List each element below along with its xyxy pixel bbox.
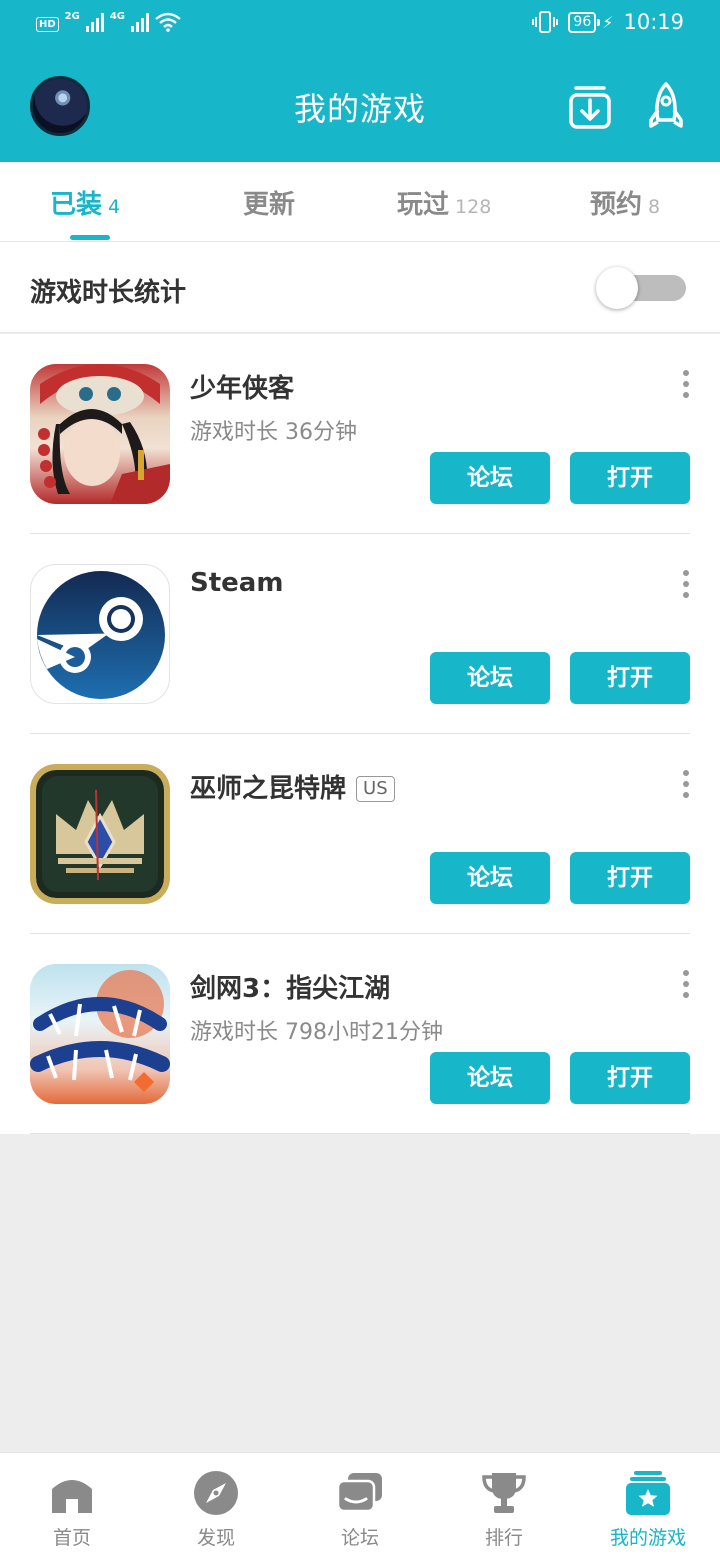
nav-label: 我的游戏: [609, 1527, 686, 1549]
nav-ranking[interactable]: 排行: [432, 1453, 576, 1560]
game-icon[interactable]: [30, 364, 170, 504]
tab-label: 已装: [50, 190, 103, 220]
toggle-knob: [596, 267, 638, 309]
network-2g-label: 2G: [64, 11, 80, 22]
tab-installed[interactable]: 已装 4: [50, 184, 120, 242]
nav-forum[interactable]: 论坛: [288, 1453, 432, 1560]
game-name: 剑网3：指尖江湖: [190, 974, 391, 1004]
tab-reserved[interactable]: 预约 8: [590, 184, 660, 242]
nav-home[interactable]: 首页: [0, 1453, 144, 1560]
tab-bar: 已装 4 更新 玩过 128 预约 8: [0, 162, 720, 242]
status-bar: HD 2G 4G 96 ⚡ 10:19: [0, 0, 720, 50]
game-item-jianwang3[interactable]: 剑网3：指尖江湖 游戏时长 798小时21分钟 论坛 打开: [0, 934, 720, 1134]
steam-logo-icon: [37, 571, 165, 699]
signal-icon: [85, 12, 104, 32]
game-name: Steam: [190, 568, 284, 598]
tab-label: 更新: [243, 190, 296, 220]
charging-icon: ⚡: [602, 12, 614, 32]
game-icon[interactable]: [30, 564, 170, 704]
clock: 10:19: [623, 10, 684, 34]
playtime-stats-toggle[interactable]: [596, 267, 686, 309]
tab-indicator: [70, 235, 110, 240]
status-left: HD 2G 4G: [36, 11, 181, 32]
more-options-icon[interactable]: [674, 970, 698, 1000]
tab-played[interactable]: 玩过 128: [397, 184, 491, 242]
tab-label: 玩过: [397, 190, 450, 220]
playtime-stats-row: 游戏时长统计: [0, 242, 720, 333]
nav-label: 论坛: [340, 1527, 379, 1549]
vibrate-icon: [532, 11, 559, 33]
game-list: 少年侠客 游戏时长 36分钟 论坛 打开 Steam 论坛 打开 巫师之昆特牌 …: [0, 334, 720, 1134]
status-right: 96 ⚡ 10:19: [532, 10, 684, 34]
forum-button[interactable]: 论坛: [430, 652, 550, 704]
battery-indicator: 96: [568, 11, 601, 33]
tab-count: 4: [108, 196, 121, 218]
more-options-icon[interactable]: [674, 370, 698, 400]
divider: [30, 1133, 690, 1134]
open-button[interactable]: 打开: [570, 1052, 690, 1104]
forum-button[interactable]: 论坛: [430, 1052, 550, 1104]
wifi-icon: [155, 12, 181, 32]
more-options-icon[interactable]: [674, 770, 698, 800]
game-name: 少年侠客: [190, 374, 295, 404]
game-item-steam[interactable]: Steam 论坛 打开: [0, 534, 720, 734]
forum-button[interactable]: 论坛: [430, 852, 550, 904]
my-games-icon: [626, 1471, 670, 1515]
trophy-icon: [482, 1473, 526, 1513]
game-item-gwent[interactable]: 巫师之昆特牌 US 论坛 打开: [0, 734, 720, 934]
tab-label: 预约: [590, 190, 643, 220]
region-badge: US: [356, 776, 395, 802]
bottom-nav: 首页 发现 论坛 排行 我的游戏: [0, 1452, 720, 1560]
nav-label: 排行: [484, 1527, 523, 1549]
playtime-stats-label: 游戏时长统计: [30, 278, 187, 308]
more-options-icon[interactable]: [674, 570, 698, 600]
download-icon[interactable]: [566, 80, 614, 132]
game-playtime: 游戏时长 798小时21分钟: [190, 1020, 443, 1045]
nav-discover[interactable]: 发现: [144, 1453, 288, 1560]
open-button[interactable]: 打开: [570, 452, 690, 504]
hd-badge: HD: [36, 17, 59, 32]
tab-count: 128: [455, 196, 492, 218]
forum-button[interactable]: 论坛: [430, 452, 550, 504]
network-4g-label: 4G: [109, 11, 126, 22]
signal-icon-2: [131, 12, 150, 32]
rocket-icon[interactable]: [642, 80, 690, 132]
tab-updates[interactable]: 更新: [243, 184, 295, 242]
jianwang3-logo-icon: [30, 970, 170, 1092]
home-icon: [52, 1480, 92, 1513]
gwent-crown-icon: [36, 770, 164, 898]
open-button[interactable]: 打开: [570, 652, 690, 704]
compass-icon: [194, 1471, 238, 1515]
chat-icon: [336, 1473, 382, 1513]
game-name: 巫师之昆特牌 US: [190, 768, 395, 805]
nav-my-games[interactable]: 我的游戏: [576, 1453, 720, 1560]
game-item-shaonian-xiake[interactable]: 少年侠客 游戏时长 36分钟 论坛 打开: [0, 334, 720, 534]
nav-label: 发现: [196, 1527, 235, 1549]
game-playtime: 游戏时长 36分钟: [190, 420, 357, 445]
game-artwork-icon: [38, 364, 170, 504]
nav-label: 首页: [52, 1527, 91, 1549]
tab-count: 8: [648, 196, 661, 218]
top-bar: HD 2G 4G 96 ⚡ 10:19 我的游戏: [0, 0, 720, 162]
game-icon[interactable]: [30, 964, 170, 1104]
open-button[interactable]: 打开: [570, 852, 690, 904]
game-icon[interactable]: [30, 764, 170, 904]
